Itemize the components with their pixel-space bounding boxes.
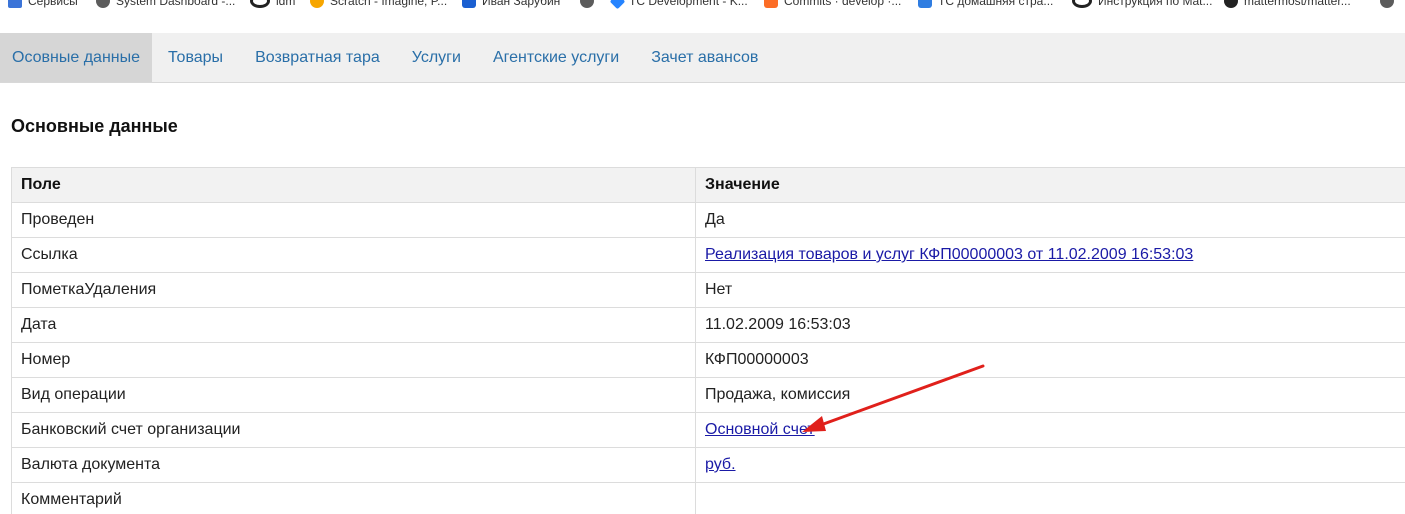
table-row: Ссылка Реализация товаров и услуг КФП000… — [11, 237, 1405, 273]
table-row: Дата 11.02.2009 16:53:03 — [11, 307, 1405, 343]
globe-icon — [96, 0, 110, 8]
table-row: Проведен Да — [11, 202, 1405, 238]
field-cell: Дата — [11, 307, 696, 343]
bookmark-tc-home[interactable]: TC домашняя стра... — [918, 0, 1053, 11]
bookmark-label: Scratch - Imagine, P... — [330, 0, 448, 8]
confluence-icon — [918, 0, 932, 8]
table-header-row: Поле Значение — [11, 167, 1405, 203]
value-cell: Продажа, комиссия — [695, 377, 1405, 413]
tab-services[interactable]: Услуги — [396, 33, 477, 82]
column-header-value: Значение — [695, 167, 1405, 203]
value-cell: Основной счет — [695, 412, 1405, 448]
bookmark-globe[interactable] — [580, 0, 600, 11]
column-header-field: Поле — [11, 167, 696, 203]
field-cell: Банковский счет организации — [11, 412, 696, 448]
bookmark-services[interactable]: Сервисы — [8, 0, 78, 11]
field-cell: Ссылка — [11, 237, 696, 273]
globe-icon — [580, 0, 594, 8]
bookmark-label: Сервисы — [28, 0, 78, 8]
value-cell: Нет — [695, 272, 1405, 308]
value-cell: Да — [695, 202, 1405, 238]
github-icon — [1224, 0, 1238, 8]
bank-account-link[interactable]: Основной счет — [705, 421, 815, 438]
field-cell: Номер — [11, 342, 696, 378]
bookmark-label: System Dashboard -... — [116, 0, 236, 8]
bookmark-system-dashboard[interactable]: System Dashboard -... — [96, 0, 235, 11]
jira-icon — [609, 0, 626, 9]
field-cell: Комментарий — [11, 482, 696, 514]
table-row: Вид операции Продажа, комиссия — [11, 377, 1405, 413]
bitbucket-icon — [310, 0, 324, 8]
bookmark-label: TC Development - K... — [629, 0, 748, 8]
tab-returnable-containers[interactable]: Возвратная тара — [239, 33, 396, 82]
bookmark-idm[interactable]: idm — [250, 0, 295, 11]
tab-advance-offset[interactable]: Зачет авансов — [635, 33, 774, 82]
apps-grid-icon — [8, 0, 22, 8]
bookmark-label: Иван Зарубин — [482, 0, 561, 8]
tab-agent-services[interactable]: Агентские услуги — [477, 33, 635, 82]
bookmark-mattermost-github[interactable]: mattermost/matter... — [1224, 0, 1351, 11]
value-cell: 11.02.2009 16:53:03 — [695, 307, 1405, 343]
bookmark-tc-development[interactable]: TC Development - K... — [609, 0, 748, 11]
table-row: Валюта документа руб. — [11, 447, 1405, 483]
bookmark-mattermost-instruction[interactable]: Инструкция по Mat... — [1072, 0, 1212, 11]
bookmark-label: TC домашняя стра... — [938, 0, 1054, 8]
bookmark-label: Commits · develop ·... — [784, 0, 902, 8]
field-cell: ПометкаУдаления — [11, 272, 696, 308]
field-cell: Проведен — [11, 202, 696, 238]
bookmark-label: Инструкция по Mat... — [1098, 0, 1213, 8]
globe-icon — [1380, 0, 1394, 8]
tab-goods[interactable]: Товары — [152, 33, 239, 82]
bookmark-globe-2[interactable] — [1380, 0, 1400, 11]
gitlab-icon — [764, 0, 778, 8]
field-cell: Валюта документа — [11, 447, 696, 483]
table-row: Номер КФП00000003 — [11, 342, 1405, 378]
value-cell: Реализация товаров и услуг КФП00000003 о… — [695, 237, 1405, 273]
currency-link[interactable]: руб. — [705, 456, 736, 473]
bookmark-ivan-zarubin[interactable]: Иван Зарубин — [462, 0, 560, 11]
properties-table: Поле Значение Проведен Да Ссылка Реализа… — [11, 167, 1405, 514]
vk-icon — [462, 0, 476, 8]
tab-main-data[interactable]: Осовные данные — [0, 33, 153, 82]
field-cell: Вид операции — [11, 377, 696, 413]
g-logo-icon — [1072, 0, 1092, 8]
table-row: Банковский счет организации Основной сче… — [11, 412, 1405, 448]
bookmark-commits[interactable]: Commits · develop ·... — [764, 0, 901, 11]
bookmark-scratch[interactable]: Scratch - Imagine, P... — [310, 0, 447, 11]
bookmarks-bar: Сервисы System Dashboard -... idm Scratc… — [0, 0, 1405, 22]
value-cell — [695, 482, 1405, 514]
table-row: Комментарий — [11, 482, 1405, 514]
section-title: Основные данные — [11, 116, 178, 136]
g-logo-icon — [250, 0, 270, 8]
bookmark-label: mattermost/matter... — [1244, 0, 1351, 8]
value-cell: руб. — [695, 447, 1405, 483]
document-link[interactable]: Реализация товаров и услуг КФП00000003 о… — [705, 246, 1193, 263]
bookmark-label: idm — [276, 0, 296, 8]
document-tabs: Осовные данные Товары Возвратная тара Ус… — [0, 33, 1405, 83]
table-row: ПометкаУдаления Нет — [11, 272, 1405, 308]
value-cell: КФП00000003 — [695, 342, 1405, 378]
